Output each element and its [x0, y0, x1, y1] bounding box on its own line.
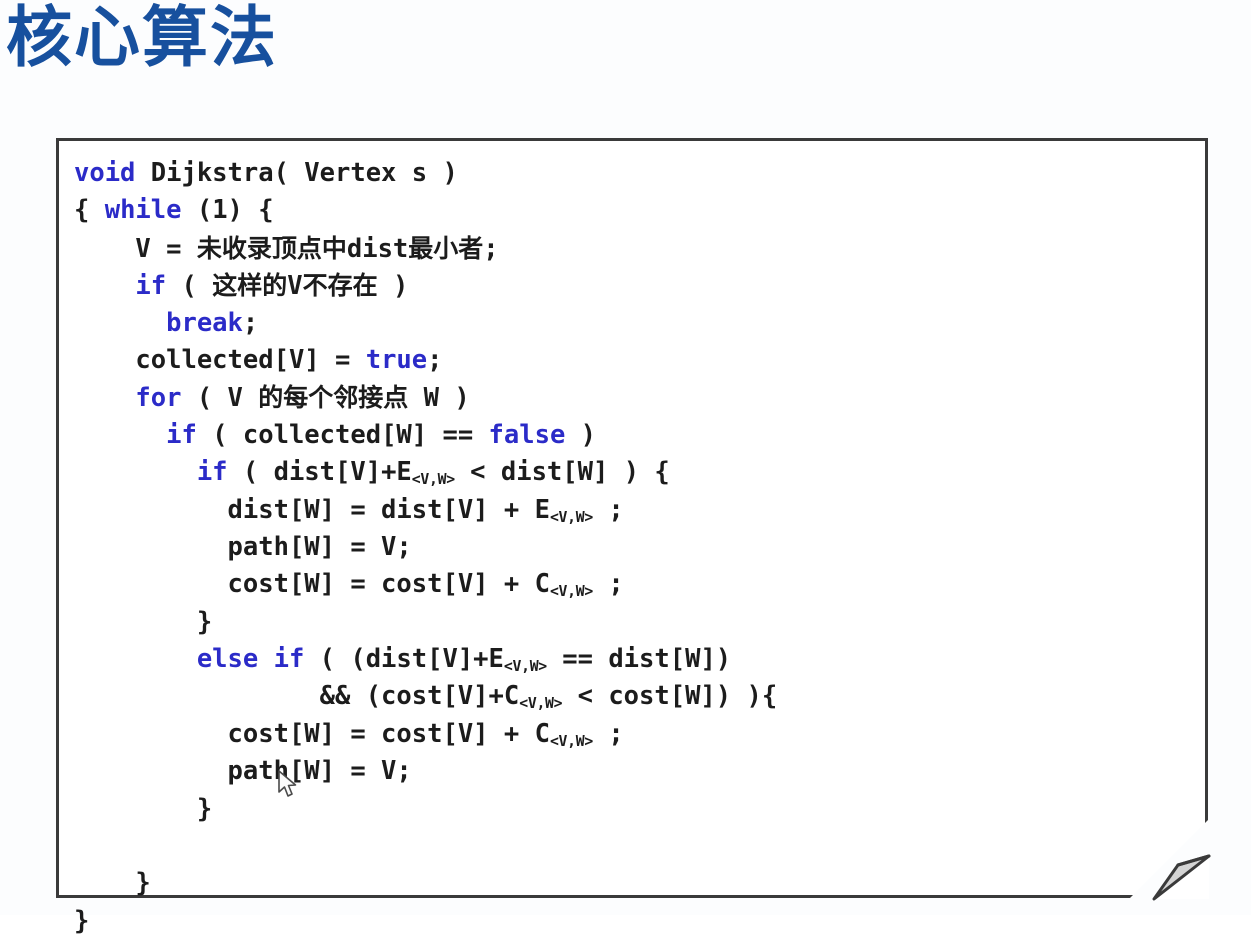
code-keyword: while: [104, 195, 182, 226]
code-text: (: [166, 271, 213, 302]
code-text: }: [196, 606, 213, 637]
code-cjk-text: 未收录顶点中: [196, 233, 347, 263]
code-text: (1) {: [181, 195, 274, 226]
code-text: ( dist[V]+E: [227, 457, 412, 488]
code-line: path[W] = V;: [74, 753, 1194, 790]
code-text: }: [196, 793, 213, 824]
code-keyword: true: [365, 344, 428, 375]
code-text: ( V: [181, 383, 259, 414]
code-keyword: false: [488, 419, 566, 450]
code-line: cost[W] = cost[V] + C<V,W> ;: [74, 566, 1194, 603]
code-text: collected[V] =: [135, 344, 366, 375]
code-line: }: [74, 903, 1194, 940]
code-keyword: void: [74, 158, 136, 188]
code-line: if ( dist[V]+E<V,W> < dist[W] ) {: [74, 454, 1194, 491]
code-subscript: <V,W>: [549, 733, 593, 750]
code-line: collected[V] = true;: [74, 342, 1194, 379]
code-cjk-text: 最小者: [408, 233, 484, 263]
code-line: { while (1) {: [74, 192, 1194, 229]
code-subscript: <V,W>: [549, 583, 593, 601]
code-keyword: if: [196, 457, 228, 488]
code-line: dist[W] = dist[V] + E<V,W> ;: [74, 492, 1194, 529]
code-line: cost[W] = cost[V] + C<V,W> ;: [74, 716, 1194, 753]
code-text: Dijkstra( Vertex s ): [135, 158, 458, 188]
code-text: path[W] = V;: [227, 531, 412, 562]
code-line: void Dijkstra( Vertex s ): [74, 155, 1194, 192]
code-line: }: [74, 604, 1194, 641]
code-text: dist[W] = dist[V] + E: [227, 494, 550, 525]
code-text: }: [135, 868, 151, 899]
code-keyword: else if: [196, 644, 305, 675]
code-text: dist: [346, 233, 409, 264]
code-text: ;: [427, 344, 443, 375]
code-text: ( collected[W] ==: [196, 419, 489, 450]
code-keyword: if: [166, 419, 197, 450]
code-subscript: <V,W>: [519, 695, 563, 713]
code-text: ): [377, 271, 409, 302]
code-text: ;: [592, 718, 624, 749]
code-text: ;: [592, 494, 624, 525]
code-text: cost[W] = cost[V] + C: [227, 718, 550, 749]
code-text: {: [74, 195, 105, 226]
code-line: V = 未收录顶点中dist最小者;: [74, 230, 1194, 267]
code-keyword: for: [135, 383, 182, 414]
code-text: V: [287, 271, 303, 302]
code-text: < dist[W] ) {: [454, 457, 670, 488]
code-text: W ): [408, 383, 470, 414]
code-text: ;: [592, 569, 624, 600]
code-text: V =: [135, 233, 197, 264]
code-keyword: if: [135, 271, 167, 302]
code-line: && (cost[V]+C<V,W> < cost[W]) ){: [74, 678, 1194, 715]
code-text: ;: [242, 307, 259, 338]
code-text: }: [74, 905, 90, 936]
code-line: if ( collected[W] == false ): [74, 417, 1194, 454]
code-text: == dist[W]): [546, 644, 732, 675]
code-line: }: [74, 791, 1194, 828]
code-text: cost[W] = cost[V] + C: [227, 569, 550, 600]
code-line: else if ( (dist[V]+E<V,W> == dist[W]): [74, 641, 1194, 678]
code-line: for ( V 的每个邻接点 W ): [74, 379, 1194, 416]
code-subscript: <V,W>: [503, 658, 547, 676]
code-cjk-text: 的每个邻接点: [258, 383, 409, 413]
code-text: ;: [483, 233, 499, 264]
code-subscript: <V,W>: [411, 471, 455, 489]
code-line: if ( 这样的V不存在 ): [74, 267, 1194, 304]
code-text: < cost[W]) ){: [562, 681, 778, 712]
code-line: }: [74, 865, 1194, 902]
code-line: path[W] = V;: [74, 529, 1194, 566]
code-text: && (cost[V]+C: [319, 681, 520, 712]
code-text: ): [565, 419, 597, 450]
code-cjk-text: 这样的: [212, 271, 288, 301]
code-subscript: <V,W>: [549, 508, 593, 526]
code-text: ( (dist[V]+E: [304, 644, 504, 675]
code-text: path[W] = V;: [227, 756, 412, 787]
code-cjk-text: 不存在: [302, 271, 378, 301]
code-line: break;: [74, 305, 1194, 342]
code-listing: void Dijkstra( Vertex s ){ while (1) { V…: [74, 155, 1194, 940]
page-title: 核心算法: [6, 0, 278, 76]
code-keyword: break: [166, 307, 243, 338]
